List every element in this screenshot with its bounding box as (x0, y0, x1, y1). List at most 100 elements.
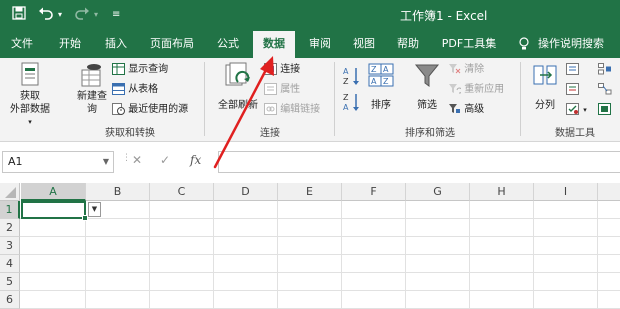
undo-icon[interactable] (38, 6, 54, 26)
column-header-d[interactable]: D (214, 183, 278, 201)
column-header-c[interactable]: C (150, 183, 214, 201)
redo-icon[interactable] (74, 6, 90, 26)
relationships-button[interactable] (598, 83, 612, 97)
svg-text:A: A (371, 77, 377, 86)
tab-review[interactable]: 审阅 (300, 31, 340, 58)
connections-icon (264, 63, 277, 75)
flash-fill-button[interactable] (566, 63, 580, 77)
row-header-2[interactable]: 2 (0, 219, 20, 237)
new-query-label-2: 询 (87, 104, 97, 115)
save-icon[interactable] (12, 6, 26, 26)
row-header-3[interactable]: 3 (0, 237, 20, 255)
show-queries-icon (112, 63, 125, 75)
advanced-filter-button[interactable]: 高级 (448, 103, 484, 117)
tab-pdf-tools[interactable]: PDF工具集 (436, 31, 502, 58)
select-all-corner[interactable] (0, 183, 20, 201)
column-header-a[interactable]: A (21, 183, 86, 201)
sort-descending-button[interactable]: ZA (343, 92, 361, 112)
tab-view[interactable]: 视图 (344, 31, 384, 58)
recent-sources-button[interactable]: 最近使用的源 (112, 103, 188, 117)
undo-dropdown-icon[interactable]: ▾ (58, 6, 62, 24)
tab-home[interactable]: 开始 (50, 31, 90, 58)
clear-filter-button[interactable]: 清除 (448, 63, 484, 77)
new-query-label-1: 新建查 (77, 91, 107, 102)
row-gridline (20, 236, 620, 237)
formula-input[interactable] (218, 151, 620, 173)
properties-button[interactable]: 属性 (264, 83, 300, 97)
clear-filter-icon (449, 64, 461, 74)
column-gridline (277, 201, 278, 309)
tab-help[interactable]: 帮助 (388, 31, 428, 58)
text-to-columns-button[interactable]: 分列 (528, 62, 562, 112)
enter-icon[interactable]: ✓ (160, 153, 170, 167)
new-query-button[interactable]: 新建查 询 (70, 62, 114, 116)
column-gridline (213, 201, 214, 309)
tab-file[interactable]: 文件 (4, 31, 40, 58)
consolidate-button[interactable] (598, 63, 612, 77)
column-header-b[interactable]: B (86, 183, 150, 201)
advanced-label: 高级 (464, 104, 485, 115)
row-header-1[interactable]: 1 (0, 201, 20, 219)
chevron-down-icon: ▼ (102, 157, 109, 166)
properties-label: 属性 (280, 84, 301, 95)
sort-descending-icon: ZA (343, 93, 359, 112)
sort-ascending-button[interactable]: AZ (343, 66, 361, 86)
svg-text:Z: Z (383, 77, 389, 86)
cancel-icon[interactable]: ✕ (132, 153, 142, 167)
data-validation-icon (566, 103, 579, 115)
row-header-5[interactable]: 5 (0, 273, 20, 291)
from-table-button[interactable]: 从表格 (112, 83, 158, 97)
column-header-f[interactable]: F (342, 183, 406, 201)
tab-page-layout[interactable]: 页面布局 (142, 31, 202, 58)
sort-button[interactable]: Z A A Z 排序 (366, 62, 396, 112)
svg-text:A: A (343, 103, 349, 112)
name-box[interactable]: A1 ▼ (2, 151, 114, 173)
edit-links-button[interactable]: 编辑链接 (264, 103, 320, 117)
manage-data-model-button[interactable] (598, 103, 612, 117)
svg-text:A: A (343, 67, 349, 76)
redo-dropdown-icon[interactable]: ▾ (94, 6, 98, 24)
clear-label: 清除 (464, 64, 485, 75)
customize-quick-access-icon[interactable]: ≡ (112, 6, 120, 24)
show-queries-button[interactable]: 显示查询 (112, 63, 168, 77)
column-header-g[interactable]: G (406, 183, 470, 201)
column-header-partial[interactable] (598, 183, 620, 201)
row-header-6[interactable]: 6 (0, 291, 20, 309)
group-divider (334, 62, 335, 136)
column-header-h[interactable]: H (470, 183, 534, 201)
data-validation-button[interactable]: ▾ (566, 103, 587, 117)
cell-dropdown-button[interactable]: ▼ (88, 202, 101, 217)
connections-button[interactable]: 连接 (264, 63, 300, 77)
reapply-button[interactable]: 重新应用 (448, 83, 504, 97)
filter-button[interactable]: 筛选 (410, 62, 444, 112)
text-to-columns-label: 分列 (535, 100, 555, 111)
svg-text:Z: Z (343, 93, 349, 102)
tab-insert[interactable]: 插入 (96, 31, 136, 58)
column-gridline (149, 201, 150, 309)
get-external-data-button[interactable]: 获取 外部数据 ▾ (8, 62, 52, 129)
column-header-i[interactable]: I (534, 183, 598, 201)
svg-text:A: A (383, 65, 389, 74)
worksheet-grid[interactable]: A B C D E F G H I 1 2 3 4 5 6 ▼ (0, 183, 620, 309)
advanced-filter-icon (449, 104, 460, 113)
flash-fill-icon (566, 63, 579, 75)
tell-me-search[interactable]: 操作说明搜索 (538, 31, 618, 58)
remove-duplicates-button[interactable] (566, 83, 580, 97)
edit-links-label: 编辑链接 (280, 104, 321, 115)
group-label-get-transform: 获取和转换 (105, 128, 155, 139)
column-gridline (469, 201, 470, 309)
active-cell-a1[interactable] (21, 201, 88, 221)
tab-formulas[interactable]: 公式 (208, 31, 248, 58)
row-header-4[interactable]: 4 (0, 255, 20, 273)
get-data-label-2: 外部数据 (10, 104, 50, 115)
column-header-e[interactable]: E (278, 183, 342, 201)
from-table-label: 从表格 (128, 84, 159, 95)
external-data-icon (21, 62, 39, 86)
tab-data[interactable]: 数据 (253, 31, 295, 58)
refresh-all-button[interactable]: 全部刷新 (212, 62, 264, 112)
insert-function-icon[interactable]: fx (190, 153, 201, 167)
row-gridline (20, 290, 620, 291)
column-gridline (533, 201, 534, 309)
remove-duplicates-icon (566, 83, 579, 95)
group-label-sort-filter: 排序和筛选 (405, 128, 455, 139)
